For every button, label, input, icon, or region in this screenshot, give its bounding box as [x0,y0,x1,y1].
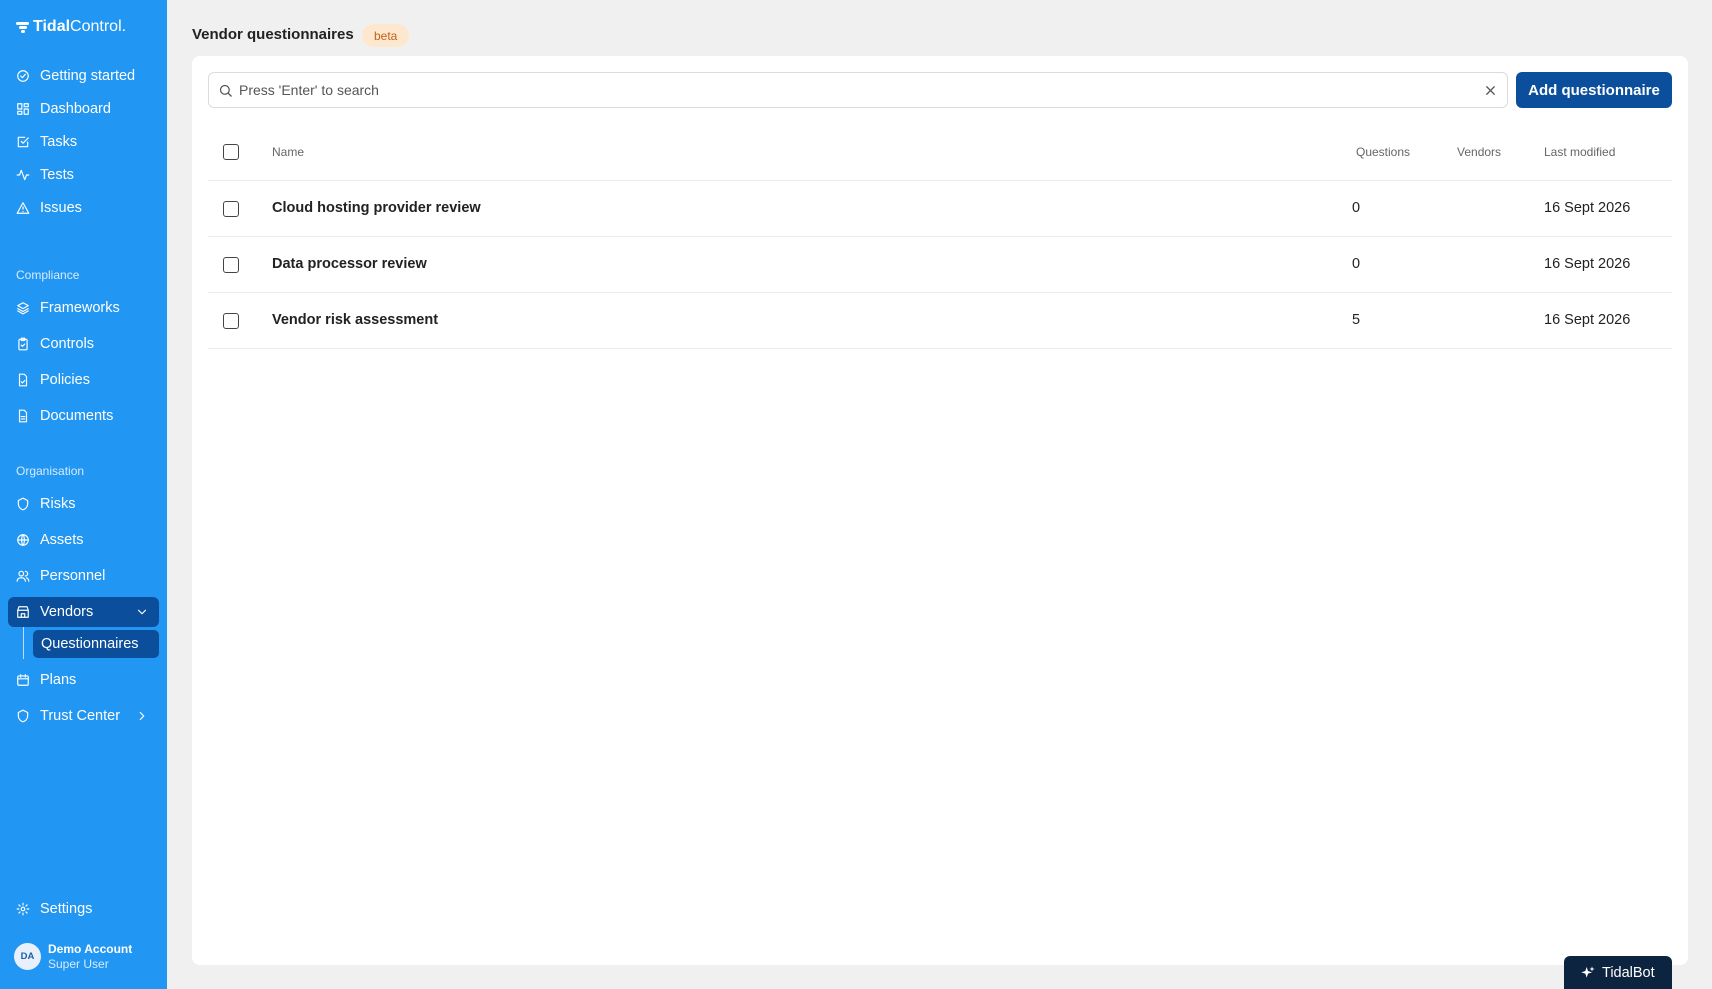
sidebar-item-trust-center[interactable]: Trust Center [8,701,159,731]
sidebar-item-controls[interactable]: Controls [8,329,159,359]
search-input[interactable] [239,79,1459,101]
tidalbot-label: TidalBot [1602,964,1655,981]
section-label-compliance: Compliance [16,268,80,282]
add-questionnaire-button[interactable]: Add questionnaire [1516,72,1672,108]
calendar-icon [16,673,30,687]
sidebar-item-label: Tests [40,167,74,183]
row-last-modified: 16 Sept 2026 [1544,312,1631,328]
sidebar-item-getting-started[interactable]: Getting started [8,61,159,91]
brand-logo[interactable]: TidalControl. [16,18,126,36]
sidebar-item-label: Getting started [40,68,136,84]
globe-icon [16,533,30,547]
row-name[interactable]: Cloud hosting provider review [272,200,481,216]
row-questions: 5 [1352,312,1361,328]
sidebar-item-documents[interactable]: Documents [8,401,159,431]
row-questions: 0 [1352,200,1361,216]
sidebar: TidalControl. Getting started Dashboard … [0,0,167,989]
sidebar-item-label: Frameworks [40,300,120,316]
file-check-icon [16,373,30,387]
sidebar-item-tests[interactable]: Tests [8,160,159,190]
sidebar-item-label: Issues [40,200,82,216]
chevron-down-icon[interactable] [135,605,149,619]
chevron-right-icon[interactable] [135,709,149,723]
sidebar-item-label: Vendors [40,604,94,620]
sidebar-item-label: Policies [40,372,90,388]
row-checkbox[interactable] [223,201,239,217]
sidebar-item-issues[interactable]: Issues [8,193,159,223]
sidebar-item-label: Plans [40,672,77,688]
search-icon [218,83,233,98]
row-last-modified: 16 Sept 2026 [1544,256,1631,272]
row-checkbox[interactable] [223,313,239,329]
sidebar-item-plans[interactable]: Plans [8,665,159,695]
column-header-last-modified[interactable]: Last modified [1544,145,1615,159]
sidebar-item-tasks[interactable]: Tasks [8,127,159,157]
row-name[interactable]: Data processor review [272,256,427,272]
sidebar-item-label: Documents [40,408,114,424]
questionnaires-table: Name Questions Vendors Last modified Clo… [208,124,1672,349]
table-row[interactable]: Cloud hosting provider review 0 16 Sept … [208,181,1672,237]
tidalbot-button[interactable]: TidalBot [1564,956,1672,989]
column-header-vendors[interactable]: Vendors [1457,145,1501,159]
shield-alert-icon [16,497,30,511]
row-name[interactable]: Vendor risk assessment [272,312,438,328]
check-square-icon [16,135,30,149]
logo-icon [16,21,29,33]
sidebar-item-assets[interactable]: Assets [8,525,159,555]
section-label-organisation: Organisation [16,464,85,478]
submenu-line [23,627,24,659]
brand-name-light: Control. [70,18,127,35]
user-name: Demo Account [48,942,133,956]
close-icon[interactable] [1483,83,1498,98]
select-all-checkbox[interactable] [223,144,239,160]
beta-badge: beta [362,24,410,47]
sidebar-item-label: Settings [40,901,93,917]
page-title: Vendor questionnaires [192,26,354,43]
row-last-modified: 16 Sept 2026 [1544,200,1631,216]
sidebar-item-label: Questionnaires [41,636,139,652]
file-text-icon [16,409,30,423]
search-bar [208,72,1508,108]
sidebar-item-vendors[interactable]: Vendors [8,597,159,627]
main-card: Add questionnaire Name Questions Vendors… [192,56,1688,965]
user-role: Super User [48,957,109,971]
check-circle-icon [16,69,30,83]
sidebar-item-label: Controls [40,336,94,352]
users-icon [16,569,30,583]
sidebar-item-label: Personnel [40,568,106,584]
clipboard-check-icon [16,337,30,351]
table-row[interactable]: Data processor review 0 16 Sept 2026 [208,237,1672,293]
sidebar-item-label: Tasks [40,134,78,150]
avatar: DA [14,943,41,970]
sidebar-item-settings[interactable]: Settings [8,894,159,924]
sidebar-item-questionnaires[interactable]: Questionnaires [33,630,159,658]
store-icon [16,605,30,619]
column-header-name[interactable]: Name [272,145,304,159]
sidebar-item-label: Trust Center [40,708,121,724]
user-profile[interactable]: DA Demo Account Super User [14,942,132,971]
sidebar-item-label: Risks [40,496,76,512]
gear-icon [16,902,30,916]
sidebar-item-dashboard[interactable]: Dashboard [8,94,159,124]
sidebar-item-frameworks[interactable]: Frameworks [8,293,159,323]
sidebar-item-policies[interactable]: Policies [8,365,159,395]
sidebar-item-personnel[interactable]: Personnel [8,561,159,591]
brand-name-bold: Tidal [33,18,71,35]
row-questions: 0 [1352,256,1361,272]
activity-icon [16,168,30,182]
table-row[interactable]: Vendor risk assessment 5 16 Sept 2026 [208,293,1672,349]
sidebar-item-label: Assets [40,532,84,548]
table-header-row: Name Questions Vendors Last modified [208,124,1672,181]
grid-icon [16,102,30,116]
sidebar-item-label: Dashboard [40,101,111,117]
sparkles-icon [1580,965,1596,981]
sidebar-item-risks[interactable]: Risks [8,489,159,519]
row-checkbox[interactable] [223,257,239,273]
shield-icon [16,709,30,723]
column-header-questions[interactable]: Questions [1356,145,1410,159]
layers-icon [16,301,30,315]
alert-triangle-icon [16,201,30,215]
